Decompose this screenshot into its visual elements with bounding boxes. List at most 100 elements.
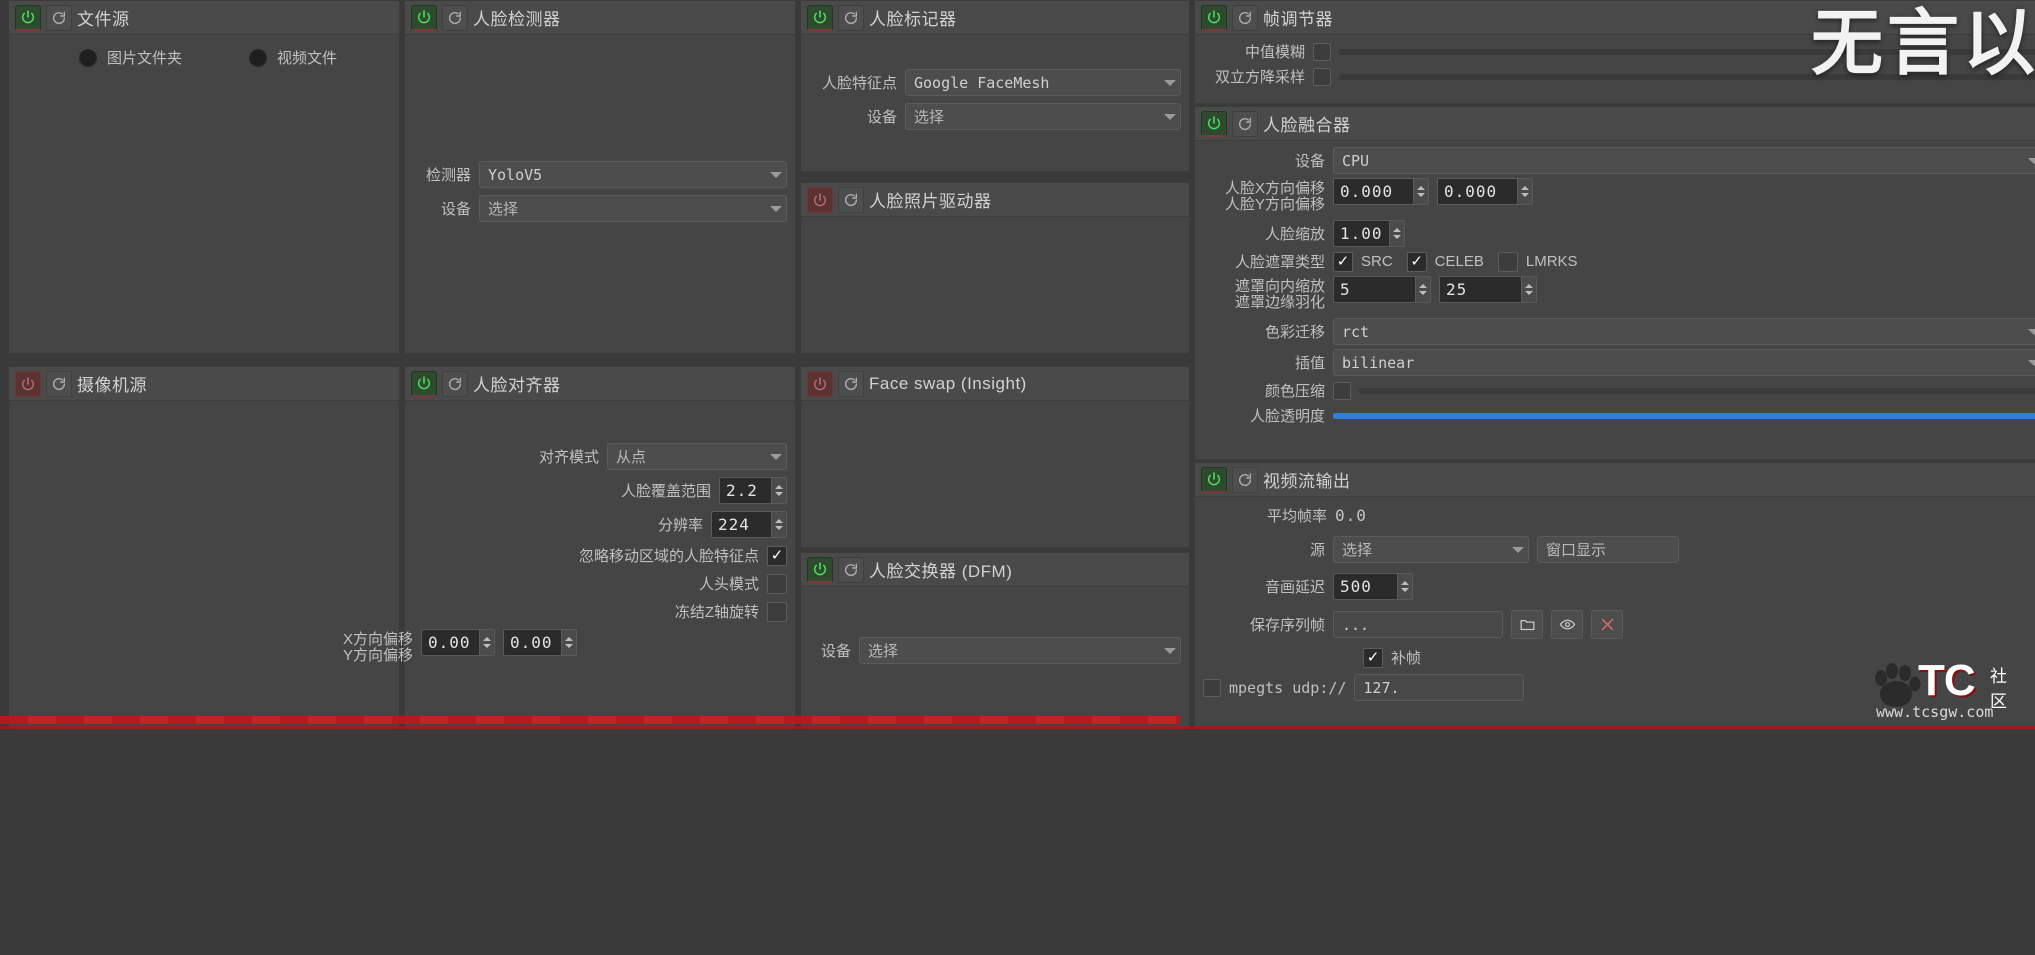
frame-fill-checkbox[interactable]: ✓ [1363,647,1383,668]
camera-source-reset-button[interactable] [46,370,72,397]
align-mode-select[interactable]: 从点 [607,443,787,470]
detector-select[interactable]: YoloV5 [479,161,787,188]
freeze-z-checkbox[interactable] [767,601,787,622]
radio-video-file[interactable] [249,48,267,67]
frame-adjuster-title: 帧调节器 [1263,10,1333,29]
coverage-arrows[interactable] [771,477,787,504]
mask-blur-value[interactable]: 25 [1439,276,1521,303]
av-delay-arrows[interactable] [1397,573,1413,600]
chevron-down-icon [2028,328,2035,335]
face-swap-insight-power-button[interactable] [807,370,833,397]
av-delay-stepper[interactable]: 500 [1333,573,1413,600]
face-marker-power-button[interactable] [807,4,833,31]
camera-source-power-button[interactable] [15,370,41,397]
chevron-down-icon [770,453,782,460]
face-swap-insight-reset-button[interactable] [838,370,864,397]
detector-device-select[interactable]: 选择 [479,195,787,222]
face-swap-dfm-reset-button[interactable] [838,556,864,583]
folder-open-button[interactable] [1511,610,1543,639]
stream-output-power-button[interactable] [1201,466,1227,493]
preview-eye-button[interactable] [1551,610,1583,639]
resolution-arrows[interactable] [771,511,787,538]
mask-lmrks-checkbox[interactable] [1497,251,1518,272]
resolution-row: 分辨率 224 [413,511,787,538]
offset-y-value[interactable]: 0.00 [503,629,561,656]
bicubic-downscale-checkbox[interactable] [1313,67,1331,86]
face-animator-reset-button[interactable] [838,186,864,213]
face-scale-value[interactable]: 1.00 [1333,220,1389,247]
source-label: 源 [1309,542,1325,559]
face-scale-arrows[interactable] [1389,220,1405,247]
file-source-power-button[interactable] [15,4,41,31]
offset-x-arrows[interactable] [479,629,495,656]
offset-x-stepper[interactable]: 0.00 [421,629,495,656]
face-aligner-power-button[interactable] [411,370,437,397]
face-merger-reset-button[interactable] [1232,110,1258,137]
face-aligner-reset-button[interactable] [442,370,468,397]
face-x-offset-arrows[interactable] [1413,178,1429,205]
offset-xy-row: X方向偏移 Y方向偏移 0.00 0.00 [343,629,787,664]
face-detector-power-button[interactable] [411,4,437,31]
head-mode-checkbox[interactable] [767,573,787,594]
clear-close-button[interactable] [1591,610,1623,639]
resolution-stepper[interactable]: 224 [711,511,787,538]
save-sequence-row: 保存序列帧 ... [1203,610,2035,639]
merger-device-label: 设备 [1294,153,1325,170]
offset-x-value[interactable]: 0.00 [421,629,479,656]
face-x-offset-value[interactable]: 0.000 [1333,178,1413,205]
mask-erode-arrows[interactable] [1415,276,1431,303]
face-y-offset-stepper[interactable]: 0.000 [1437,178,1533,205]
chevron-down-icon [1512,546,1524,553]
face-detector-title: 人脸检测器 [473,10,561,29]
save-sequence-input[interactable]: ... [1333,611,1503,638]
mask-celeb-checkbox[interactable]: ✓ [1406,251,1427,272]
color-compression-checkbox[interactable] [1333,381,1351,400]
face-detector-reset-button[interactable] [442,4,468,31]
panel-face-marker: 人脸标记器 人脸特征点 Google FaceMesh 设备 选择 [800,0,1190,172]
face-animator-power-button[interactable] [807,186,833,213]
window-show-button[interactable]: 窗口显示 [1537,536,1679,563]
color-transfer-value: rct [1342,322,1370,341]
freeze-z-label: 冻结Z轴旋转 [674,604,759,621]
color-transfer-select[interactable]: rct [1333,318,2035,345]
stream-output-reset-button[interactable] [1232,466,1258,493]
landmarks-value: Google FaceMesh [914,73,1050,92]
median-blur-checkbox[interactable] [1313,42,1331,61]
color-compression-slider[interactable] [1359,387,2035,394]
coverage-value[interactable]: 2.2 [719,477,771,504]
radio-video-file-label: 视频文件 [277,50,338,67]
merger-device-select[interactable]: CPU [1333,147,2035,174]
face-x-offset-stepper[interactable]: 0.000 [1333,178,1429,205]
face-merger-power-button[interactable] [1201,110,1227,137]
av-delay-value[interactable]: 500 [1333,573,1397,600]
landmarks-select[interactable]: Google FaceMesh [905,69,1181,96]
offset-y-arrows[interactable] [561,629,577,656]
resolution-value[interactable]: 224 [711,511,771,538]
mask-blur-arrows[interactable] [1521,276,1537,303]
face-marker-reset-button[interactable] [838,4,864,31]
file-source-reset-button[interactable] [46,4,72,31]
face-scale-stepper[interactable]: 1.00 [1333,220,1405,247]
frame-adjuster-reset-button[interactable] [1232,4,1258,31]
face-opacity-slider[interactable] [1333,412,2035,419]
mpegts-input[interactable]: 127. [1354,674,1525,701]
mask-erode-value[interactable]: 5 [1333,276,1415,303]
interpolation-select[interactable]: bilinear [1333,349,2035,376]
mpegts-checkbox[interactable] [1203,678,1221,697]
mask-type-row: 人脸遮罩类型 ✓ SRC ✓ CELEB LMRKS [1203,251,2035,272]
marker-device-select[interactable]: 选择 [905,103,1181,130]
face-detector-body: 检测器 YoloV5 设备 选择 [405,35,795,235]
coverage-stepper[interactable]: 2.2 [719,477,787,504]
source-select[interactable]: 选择 [1333,536,1529,563]
dfm-device-select[interactable]: 选择 [859,637,1181,664]
face-y-offset-value[interactable]: 0.000 [1437,178,1517,205]
mask-blur-stepper[interactable]: 25 [1439,276,1537,303]
face-swap-dfm-power-button[interactable] [807,556,833,583]
face-y-offset-arrows[interactable] [1517,178,1533,205]
mask-erode-stepper[interactable]: 5 [1333,276,1431,303]
radio-image-folder[interactable] [79,48,97,67]
ignore-moving-checkbox[interactable]: ✓ [767,545,787,566]
mask-src-checkbox[interactable]: ✓ [1333,251,1353,272]
offset-y-stepper[interactable]: 0.00 [503,629,577,656]
frame-adjuster-power-button[interactable] [1201,4,1227,31]
